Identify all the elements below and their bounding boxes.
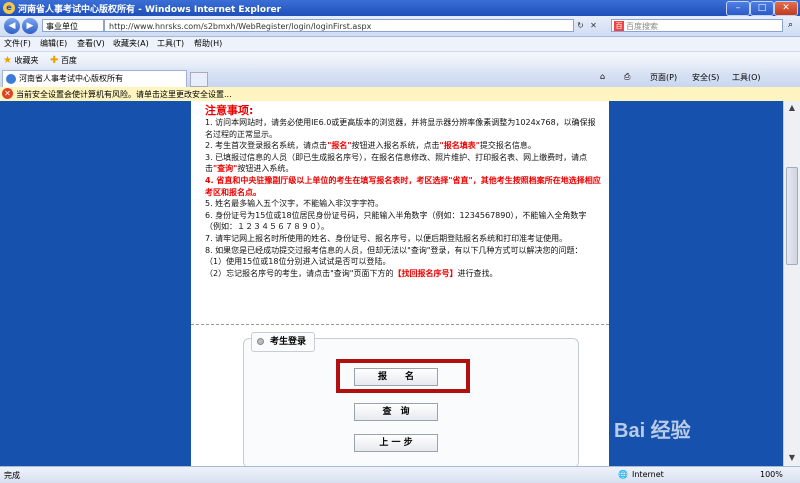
- login-legend-label: 考生登录: [270, 337, 307, 347]
- favorites-item-label: 百度: [60, 56, 77, 65]
- notice-item-8b: （2）忘记报名序号的考生，请点击"查询"页面下方的【找回报名序号】进行查找。: [205, 268, 498, 278]
- forward-button[interactable]: ▶: [22, 18, 38, 34]
- status-bar: 完成 🌐 Internet 100%: [0, 466, 800, 483]
- minimize-button[interactable]: –: [726, 1, 750, 16]
- favorites-button[interactable]: ★ 收藏夹: [3, 55, 39, 66]
- new-tab-button[interactable]: [190, 72, 208, 87]
- scroll-down-icon[interactable]: ▼: [786, 452, 798, 464]
- home-icon[interactable]: ⌂: [600, 72, 605, 81]
- search-placeholder: 百度搜索: [626, 22, 658, 31]
- scroll-thumb[interactable]: [786, 167, 798, 265]
- security-zone: Internet: [632, 470, 664, 479]
- address-bar: ◀ ▶ 事业单位 http://www.hnrsks.com/s2bmxh/We…: [0, 16, 800, 37]
- window-title: 河南省人事考试中心版权所有 - Windows Internet Explore…: [18, 5, 282, 15]
- tab-current[interactable]: 河南省人事考试中心版权所有: [2, 70, 187, 87]
- status-text: 完成: [4, 471, 20, 480]
- query-button[interactable]: 查 询: [354, 403, 438, 421]
- favorites-bar: ★ 收藏夹 ✚ 百度: [0, 51, 800, 69]
- menu-file[interactable]: 文件(F): [4, 38, 31, 49]
- login-legend: 考生登录: [251, 332, 316, 352]
- notice-item-3: 3. 已填报过信息的人员（即已生成报名序号），在报名信息修改、照片维护、打印报名…: [205, 152, 588, 174]
- notice-item-7: 7. 请牢记网上报名时所使用的姓名、身份证号、报名序号，以便后期登陆报名系统和打…: [205, 233, 568, 243]
- security-infobar[interactable]: ✕ 当前安全设置会使计算机有风险。请单击这里更改安全设置...: [0, 87, 800, 102]
- menu-help[interactable]: 帮助(H): [194, 38, 222, 49]
- menu-edit[interactable]: 编辑(E): [40, 38, 67, 49]
- page-body: 注意事项: 1. 访问本网站时，请务必使用IE6.0或更高版本的浏览器，并将显示…: [191, 101, 609, 466]
- url-input[interactable]: http://www.hnrsks.com/s2bmxh/WebRegister…: [104, 19, 574, 32]
- page-viewport: 注意事项: 1. 访问本网站时，请务必使用IE6.0或更高版本的浏览器，并将显示…: [0, 101, 783, 466]
- search-go-icon[interactable]: ⌕: [785, 20, 796, 31]
- menu-favorites[interactable]: 收藏夹(A): [113, 38, 149, 49]
- page-menu[interactable]: 页面(P): [650, 72, 677, 83]
- tab-bar: 河南省人事考试中心版权所有 ⌂ ⎙ 页面(P) 安全(S) 工具(O): [0, 68, 800, 88]
- back-step-button[interactable]: 上 一 步: [354, 434, 438, 452]
- tools-menu[interactable]: 工具(O): [732, 72, 761, 83]
- add-favorite-icon: ✚: [50, 55, 59, 66]
- refresh-icon[interactable]: ↻: [575, 20, 586, 31]
- notice-item-8a: （1）使用15位或18位分别进入试试是否可以登陆。: [205, 257, 391, 267]
- watermark: Bai 经验: [614, 420, 691, 442]
- page-favicon-icon: [6, 74, 16, 84]
- search-input[interactable]: 百 百度搜索: [611, 19, 783, 32]
- favorites-label: 收藏夹: [14, 56, 39, 65]
- star-icon: ★: [3, 55, 12, 66]
- warning-icon: ✕: [2, 88, 13, 99]
- infobar-text: 当前安全设置会使计算机有风险。请单击这里更改安全设置...: [16, 90, 232, 99]
- notice-item-5: 5. 姓名最多输入五个汉字，不能输入非汉字字符。: [205, 199, 384, 209]
- maximize-button[interactable]: □: [750, 1, 774, 16]
- favorites-item-baidu[interactable]: ✚ 百度: [50, 55, 77, 66]
- notice-item-1: 1. 访问本网站时，请务必使用IE6.0或更高版本的浏览器，并将显示器分辨率像素…: [205, 118, 596, 139]
- vertical-scrollbar[interactable]: ▲ ▼: [783, 101, 800, 466]
- signup-highlight-frame: [336, 359, 470, 393]
- stop-icon[interactable]: ✕: [588, 20, 599, 31]
- recover-serial-link[interactable]: 【找回报名序号】: [393, 269, 457, 278]
- safety-menu[interactable]: 安全(S): [692, 72, 719, 83]
- tab-label: 河南省人事考试中心版权所有: [19, 74, 123, 83]
- ie-logo-icon: e: [3, 2, 15, 14]
- notice-item-6: 6. 身份证号为15位或18位居民身份证号码，只能输入半角数字（例如：12345…: [205, 210, 587, 232]
- back-button[interactable]: ◀: [4, 18, 20, 34]
- menu-bar: 文件(F) 编辑(E) 查看(V) 收藏夹(A) 工具(T) 帮助(H): [0, 37, 800, 51]
- notice-item-8: 8. 如果您是已经成功提交过报考信息的人员，但却无法以"查询"登录，有以下几种方…: [205, 245, 583, 255]
- menu-view[interactable]: 查看(V): [77, 38, 105, 49]
- baidu-logo-icon: 百: [614, 21, 624, 31]
- print-icon[interactable]: ⎙: [624, 72, 630, 82]
- notice-list: 1. 访问本网站时，请务必使用IE6.0或更高版本的浏览器，并将显示器分辨率像素…: [205, 117, 601, 279]
- menu-tools[interactable]: 工具(T): [157, 38, 184, 49]
- legend-bullet-icon: [257, 338, 264, 345]
- window-titlebar: e 河南省人事考试中心版权所有 - Windows Internet Explo…: [0, 0, 800, 16]
- category-dropdown[interactable]: 事业单位: [42, 19, 104, 32]
- scroll-up-icon[interactable]: ▲: [786, 102, 798, 114]
- notice-title: 注意事项:: [205, 104, 254, 117]
- notice-item-2: 2. 考生首次登录报名系统，请点击"报名"按钮进入报名系统，点击"报名填表"提交…: [205, 141, 536, 151]
- close-button[interactable]: ✕: [774, 1, 798, 16]
- internet-zone-icon: 🌐: [618, 470, 628, 479]
- zoom-level[interactable]: 100%: [760, 470, 783, 479]
- notice-item-4: 4. 省直和中央驻豫副厅级以上单位的考生在填写报名表时，考区选择"省直"，其他考…: [205, 175, 601, 197]
- divider: [191, 324, 609, 325]
